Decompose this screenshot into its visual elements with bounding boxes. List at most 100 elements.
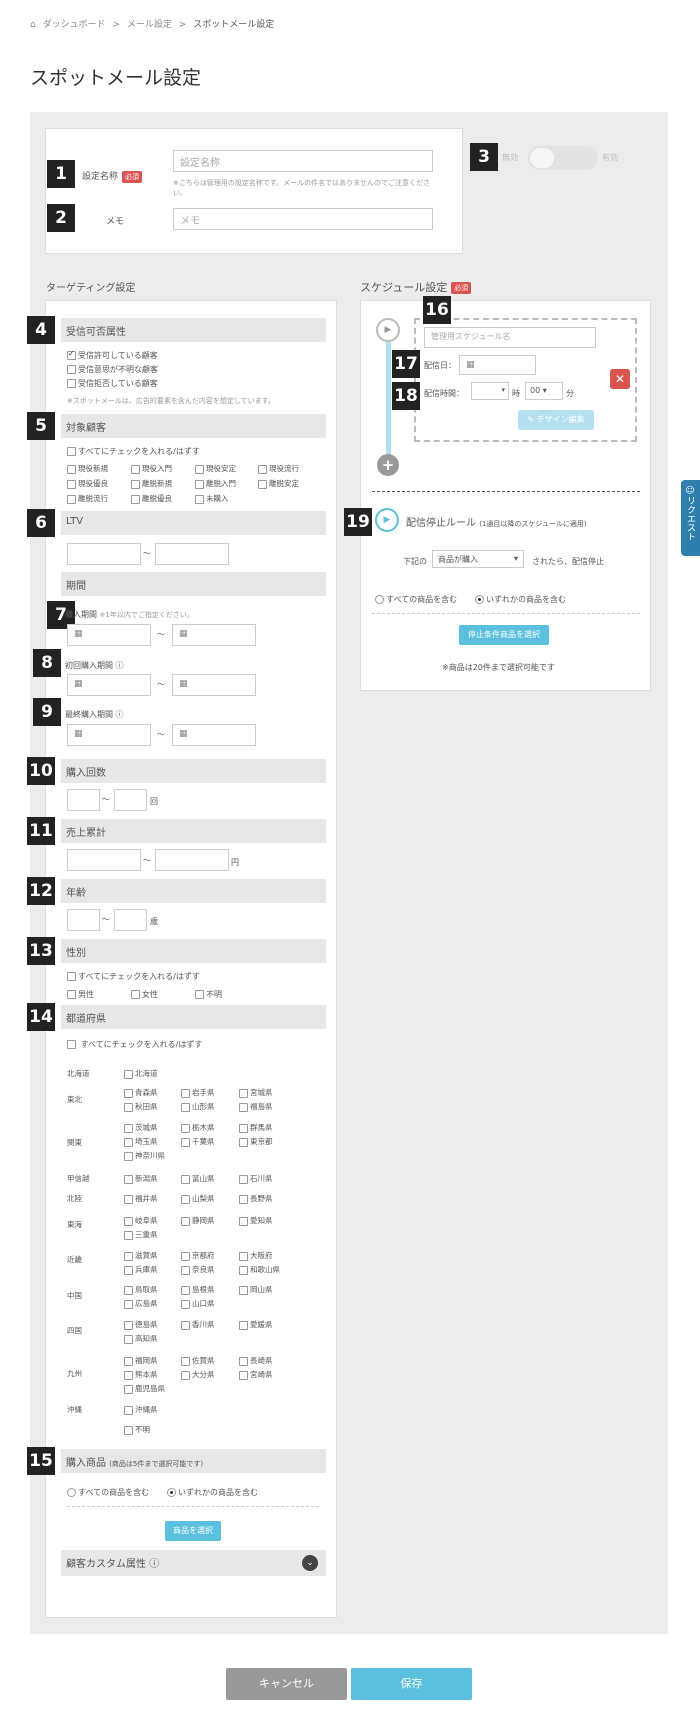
last-end-date[interactable]: ▦ [172,724,256,746]
checkbox[interactable] [195,464,204,474]
checkbox[interactable] [124,1251,133,1261]
stop-rule-select[interactable]: 商品が購入 ▾ [432,550,524,568]
checkbox[interactable] [181,1251,190,1261]
radio[interactable] [167,1488,176,1497]
pref-item[interactable]: 山形県 [181,1101,215,1112]
customer-item[interactable]: 離脱入門 [195,478,236,489]
checkbox[interactable] [239,1265,248,1275]
checkbox[interactable] [239,1251,248,1261]
pref-item[interactable]: 広島県 [124,1298,158,1309]
pref-item[interactable]: 岐阜県 [124,1215,158,1226]
checkbox[interactable] [131,464,140,474]
pref-item[interactable]: 奈良県 [181,1264,215,1275]
pref-item[interactable]: 埼玉県 [124,1136,158,1147]
checkbox[interactable] [181,1370,190,1380]
pref-item[interactable]: 愛媛県 [239,1319,273,1330]
checkbox[interactable] [124,1069,133,1079]
checkbox[interactable] [239,1356,248,1366]
pref-item[interactable]: 福岡県 [124,1355,158,1366]
pref-item[interactable]: 群馬県 [239,1122,273,1133]
add-schedule-icon[interactable]: + [377,454,399,476]
gender-all[interactable]: すべてにチェックを入れる/はずす [67,971,200,982]
checkbox[interactable] [181,1194,190,1204]
checkbox[interactable] [67,990,76,999]
checkbox[interactable] [239,1102,248,1112]
pref-item[interactable]: 新潟県 [124,1173,158,1184]
checkbox[interactable] [124,1216,133,1226]
age-min-input[interactable] [67,909,100,931]
pref-item[interactable]: 宮城県 [239,1087,273,1098]
pref-item[interactable]: 富山県 [181,1173,215,1184]
pref-item[interactable]: 長崎県 [239,1355,273,1366]
checkbox[interactable] [124,1102,133,1112]
radio[interactable] [67,1488,76,1497]
customers-all[interactable]: すべてにチェックを入れる/はずす [67,446,200,457]
pref-item[interactable]: 滋賀県 [124,1250,158,1261]
pref-item[interactable]: 不明 [124,1424,150,1435]
products-opt-any[interactable]: いずれかの商品を含む [167,1487,258,1498]
pref-item[interactable]: 岡山県 [239,1284,273,1295]
sales-max-input[interactable] [155,849,229,871]
checkbox[interactable] [67,494,76,504]
pref-item[interactable]: 石川県 [239,1173,273,1184]
pref-item[interactable]: 大分県 [181,1369,215,1380]
pref-item[interactable]: 山梨県 [181,1193,215,1204]
chevron-down-icon[interactable]: ⌄ [302,1555,318,1571]
pref-item[interactable]: 島根県 [181,1284,215,1295]
pref-item[interactable]: 栃木県 [181,1122,215,1133]
checkbox[interactable] [195,494,204,504]
checkbox[interactable] [67,365,76,374]
pref-item[interactable]: 福井県 [124,1193,158,1204]
customer-item[interactable]: 現役優良 [67,478,108,489]
last-start-date[interactable]: ▦ [67,724,151,746]
checkbox[interactable] [181,1088,190,1098]
count-max-input[interactable] [114,789,147,811]
checkbox[interactable] [195,479,204,489]
pref-item[interactable]: 東京都 [239,1136,273,1147]
pref-item[interactable]: 茨城県 [124,1122,158,1133]
save-button[interactable]: 保存 [351,1668,472,1700]
checkbox[interactable] [124,1425,133,1435]
pref-item[interactable]: 高知県 [124,1333,158,1344]
schedule-name-input[interactable]: 管理用スケジュール名 [424,327,596,348]
customer-item[interactable]: 現役安定 [195,463,236,474]
enable-toggle[interactable] [528,146,598,170]
checkbox[interactable] [124,1356,133,1366]
customer-item[interactable]: 未購入 [195,493,229,504]
gender-item[interactable]: 男性 [67,989,94,1000]
checkbox[interactable] [181,1216,190,1226]
pref-item[interactable]: 熊本県 [124,1369,158,1380]
close-icon[interactable]: ✕ [610,369,630,389]
minute-select[interactable]: 00 ▾ [525,382,563,400]
checkbox[interactable] [258,479,267,489]
first-start-date[interactable]: ▦ [67,674,151,696]
first-end-date[interactable]: ▦ [172,674,256,696]
checkbox[interactable] [239,1123,248,1133]
checkbox[interactable] [239,1216,248,1226]
checkbox[interactable] [131,494,140,504]
pref-item[interactable]: 神奈川県 [124,1150,165,1161]
checkbox[interactable] [67,379,76,388]
pref-item[interactable]: 京都府 [181,1250,215,1261]
checkbox[interactable] [181,1285,190,1295]
purchase-start-date[interactable]: ▦ [67,624,151,646]
checkbox[interactable] [67,349,76,360]
checkbox[interactable] [181,1320,190,1330]
customer-item[interactable]: 離脱流行 [67,493,108,504]
radio[interactable] [475,595,484,604]
pref-item[interactable]: 長野県 [239,1193,273,1204]
count-min-input[interactable] [67,789,100,811]
select-stop-product-button[interactable]: 停止条件商品を選択 [459,625,549,645]
radio[interactable] [375,595,384,604]
checkbox[interactable] [181,1356,190,1366]
ltv-min-input[interactable] [67,543,141,565]
checkbox[interactable] [124,1384,133,1394]
checkbox[interactable] [124,1230,133,1240]
custom-attr-header[interactable]: 顧客カスタム属性 ⓘ [61,1550,326,1576]
breadcrumb-mail[interactable]: メール設定 [127,20,172,30]
customer-item[interactable]: 現役新規 [67,463,108,474]
checkbox[interactable] [124,1123,133,1133]
checkbox[interactable] [181,1299,190,1309]
select-product-button[interactable]: 商品を選択 [165,1521,221,1541]
customer-item[interactable]: 離脱安定 [258,478,299,489]
